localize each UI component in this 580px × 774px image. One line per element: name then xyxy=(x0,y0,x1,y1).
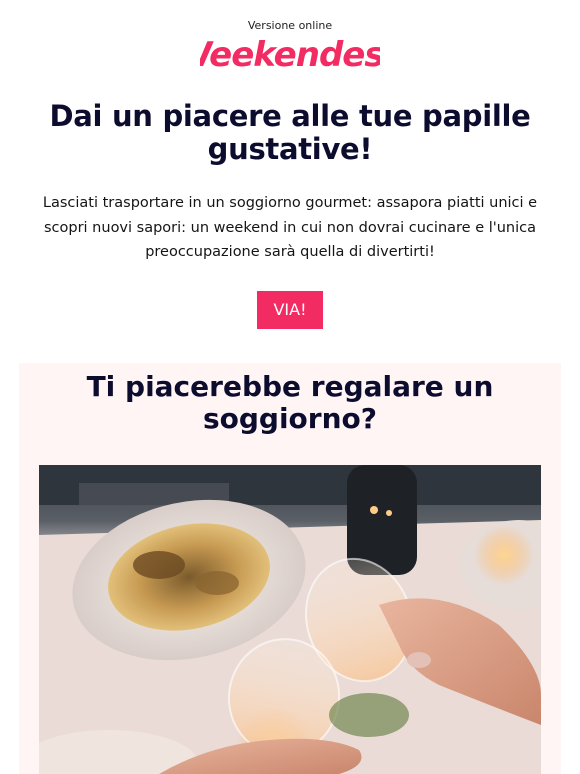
hero-title: Dai un piacere alle tue papille gustativ… xyxy=(49,99,531,166)
gift-title: Ti piacerebbe regalare un soggiorno? xyxy=(86,370,494,435)
hero-description: Lasciati trasportare in un soggiorno gou… xyxy=(42,195,538,260)
weekendesk-logo[interactable]: Weekendesk xyxy=(200,30,380,80)
logo-text: Weekendesk xyxy=(200,35,380,75)
via-button[interactable]: VIA! xyxy=(257,291,323,329)
dinner-photo[interactable] xyxy=(39,465,541,774)
email-page: Versione online Weekendesk Dai un piacer… xyxy=(0,0,580,774)
